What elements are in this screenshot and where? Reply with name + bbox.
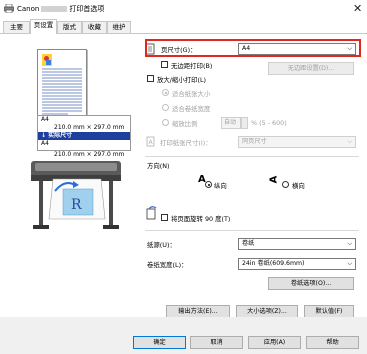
- divider: [145, 230, 359, 231]
- tab-bar: 主要 页设置 版式 收藏 维护: [0, 19, 367, 34]
- paper-size-info: A4 210.0 mm × 297.0 mm ↓ 实际尺寸 A4: [37, 115, 131, 151]
- borderless-label: 无边距打印(B): [171, 62, 213, 70]
- size-top-name: A4: [41, 116, 49, 123]
- roll-width-select[interactable]: 24in 卷纸(609.6mm) ⌵: [238, 258, 356, 270]
- landscape-icon: A: [268, 175, 280, 184]
- tab-main[interactable]: 主要: [3, 21, 30, 33]
- page-setup-panel: A4 210.0 mm × 297.0 mm ↓ 实际尺寸 A4 210.0 m…: [0, 33, 367, 318]
- rotate-page-icon: [146, 206, 157, 220]
- preview-image-block: [42, 54, 52, 66]
- fit-page-label: 适合纸张大小: [172, 90, 211, 98]
- scaling-stepper[interactable]: [241, 117, 248, 129]
- output-paper-label: 打印纸张尺寸(I)：: [160, 139, 212, 147]
- scaling-radio[interactable]: [162, 119, 169, 126]
- preview-text-lines: [42, 68, 82, 115]
- roll-width-label: 卷纸宽度(L)：: [147, 261, 188, 269]
- chevron-down-icon: ⌵: [347, 260, 352, 267]
- actual-size-label: 实际尺寸: [48, 132, 73, 139]
- printer-app-icon: [4, 4, 14, 13]
- large-format-printer-illustration: R: [31, 161, 121, 229]
- size-bottom-name: A4: [41, 140, 49, 147]
- divider: [145, 156, 359, 157]
- scaling-label: 缩放比例: [172, 120, 198, 128]
- paper-source-value: 卷纸: [242, 240, 255, 247]
- dialog-footer: 确定 取消 应用(A) 帮助: [0, 317, 367, 354]
- actual-size-row: ↓ 实际尺寸: [38, 132, 130, 140]
- output-paper-icon: A: [146, 136, 155, 147]
- enlarge-reduce-checkbox[interactable]: [147, 75, 154, 82]
- size-top-dims: 210.0 mm × 297.0 mm: [54, 124, 125, 131]
- window-title: Canon 打印首选项: [17, 4, 104, 14]
- svg-text:R: R: [71, 197, 82, 213]
- borderless-checkbox[interactable]: [161, 61, 168, 68]
- scaling-input[interactable]: 自动: [221, 117, 241, 129]
- rotate-90-checkbox[interactable]: [161, 214, 168, 221]
- tab-favorites[interactable]: 收藏: [82, 21, 107, 33]
- rotate-90-label: 将页面旋转 90 度(T): [171, 215, 231, 223]
- output-paper-value: 同页尺寸: [242, 138, 267, 145]
- brand-name: Canon: [17, 5, 40, 13]
- size-bottom-dims: 210.0 mm × 297.0 mm: [54, 151, 125, 158]
- apply-button[interactable]: 应用(A): [248, 336, 301, 349]
- ok-button[interactable]: 确定: [133, 336, 186, 349]
- chevron-down-icon: ⌵: [347, 138, 352, 145]
- fit-roll-label: 适合卷纸宽度: [172, 105, 211, 113]
- scaling-range: % (5 - 600): [251, 119, 287, 127]
- chevron-down-icon: ⌵: [347, 240, 352, 247]
- title-bar: Canon 打印首选项 ✕: [0, 0, 367, 18]
- tab-maintenance[interactable]: 维护: [107, 21, 131, 33]
- paper-source-select[interactable]: 卷纸 ⌵: [238, 238, 356, 250]
- page-preview: [37, 49, 87, 120]
- output-paper-select[interactable]: 同页尺寸 ⌵: [238, 136, 356, 148]
- enlarge-reduce-label: 放大/缩小打印(L): [157, 76, 207, 84]
- fit-page-radio[interactable]: [162, 89, 169, 96]
- help-button[interactable]: 帮助: [306, 336, 359, 349]
- portrait-label: 纵向: [214, 182, 227, 190]
- paper-source-label: 纸源(U)：: [147, 241, 176, 249]
- blurred-model-name: [41, 6, 68, 12]
- window-title-text: 打印首选项: [69, 5, 105, 13]
- orientation-label: 方向(N): [147, 162, 170, 170]
- tab-page-setup[interactable]: 页设置: [30, 19, 57, 34]
- roll-width-value: 24in 卷纸(609.6mm): [242, 260, 305, 267]
- cancel-button[interactable]: 取消: [190, 336, 243, 349]
- borderless-settings-button[interactable]: 无边距设置(D)...: [268, 62, 354, 75]
- portrait-radio[interactable]: [205, 181, 212, 188]
- tab-layout[interactable]: 版式: [57, 21, 82, 33]
- fit-roll-radio[interactable]: [162, 104, 169, 111]
- page-size-highlight: [145, 39, 361, 57]
- close-icon[interactable]: ✕: [353, 2, 362, 15]
- landscape-label: 横向: [292, 182, 305, 190]
- roll-options-button[interactable]: 卷纸选项(O)...: [268, 277, 354, 290]
- landscape-radio[interactable]: [282, 181, 289, 188]
